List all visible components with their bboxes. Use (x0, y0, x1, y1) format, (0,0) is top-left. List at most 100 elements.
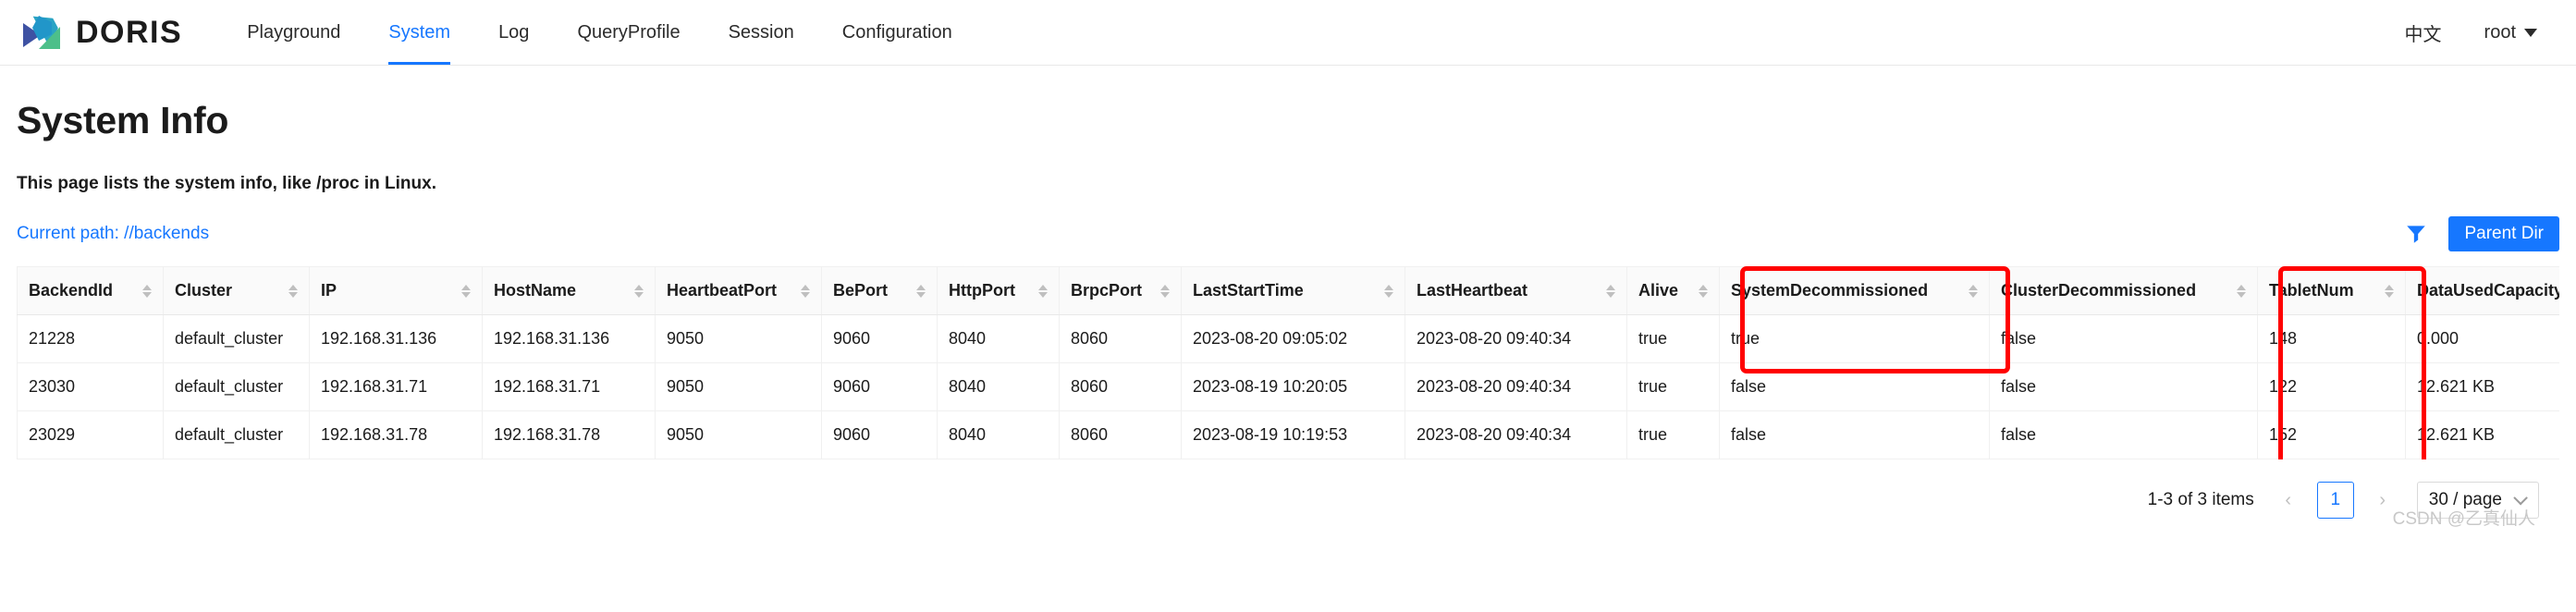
column-label: Cluster (175, 281, 233, 300)
backends-table: BackendId Cluster IP HostName HeartbeatP… (17, 266, 2559, 459)
cell-beport: 9060 (821, 362, 938, 411)
path-toolbar: Current path: //backends Parent Dir (17, 216, 2559, 251)
cell-clusterdecommissioned: false (1989, 314, 2258, 363)
sort-icon[interactable] (1038, 284, 1048, 298)
cell-backendid[interactable]: 23029 (17, 410, 164, 459)
cell-tabletnum: 122 (2257, 362, 2406, 411)
cell-beport: 9060 (821, 410, 938, 459)
sort-icon[interactable] (142, 284, 152, 298)
column-label: BePort (833, 281, 889, 300)
user-menu[interactable]: root (2484, 22, 2537, 43)
user-name: root (2484, 21, 2516, 43)
nav-item-configuration[interactable]: Configuration (818, 0, 976, 65)
column-label: DataUsedCapacity (2417, 281, 2559, 300)
chevron-left-icon[interactable]: ‹ (2275, 490, 2302, 511)
cell-datausedcapacity: 12.621 KB (2405, 410, 2559, 459)
cell-heartbeatport: 9050 (655, 410, 822, 459)
sort-icon[interactable] (1699, 284, 1708, 298)
column-label: TabletNum (2269, 281, 2354, 300)
column-header-laststarttime[interactable]: LastStartTime (1181, 266, 1405, 315)
nav-item-playground[interactable]: Playground (223, 0, 364, 65)
column-header-clusterdecommissioned[interactable]: ClusterDecommissioned (1989, 266, 2258, 315)
cell-lastheartbeat: 2023-08-20 09:40:34 (1405, 410, 1627, 459)
sort-icon[interactable] (1384, 284, 1393, 298)
column-header-brpcport[interactable]: BrpcPort (1059, 266, 1182, 315)
column-label: BackendId (29, 281, 114, 300)
page-content: System Info This page lists the system i… (0, 99, 2576, 537)
cell-cluster: default_cluster (163, 410, 310, 459)
cell-lastheartbeat: 2023-08-20 09:40:34 (1405, 362, 1627, 411)
cell-systemdecommissioned: false (1719, 362, 1990, 411)
sort-icon[interactable] (1606, 284, 1615, 298)
cell-backendid[interactable]: 23030 (17, 362, 164, 411)
sort-icon[interactable] (461, 284, 471, 298)
nav-item-system[interactable]: System (364, 0, 474, 65)
column-label: HttpPort (949, 281, 1015, 300)
cell-cluster: default_cluster (163, 314, 310, 363)
chevron-down-icon (2513, 490, 2528, 505)
language-switch[interactable]: 中文 (2405, 19, 2442, 46)
cell-lastheartbeat: 2023-08-20 09:40:34 (1405, 314, 1627, 363)
column-header-backendid[interactable]: BackendId (17, 266, 164, 315)
sort-icon[interactable] (288, 284, 298, 298)
cell-systemdecommissioned: true (1719, 314, 1990, 363)
sort-icon[interactable] (2385, 284, 2394, 298)
column-header-httpport[interactable]: HttpPort (937, 266, 1060, 315)
cell-httpport: 8040 (937, 362, 1060, 411)
column-header-datausedcapacity[interactable]: DataUsedCapacity (2405, 266, 2559, 315)
backends-table-container: BackendId Cluster IP HostName HeartbeatP… (17, 266, 2559, 459)
column-label: IP (321, 281, 337, 300)
cell-systemdecommissioned: false (1719, 410, 1990, 459)
table-header-row: BackendId Cluster IP HostName HeartbeatP… (17, 266, 2559, 315)
column-header-ip[interactable]: IP (309, 266, 483, 315)
cell-clusterdecommissioned: false (1989, 410, 2258, 459)
column-header-beport[interactable]: BePort (821, 266, 938, 315)
pagination: 1-3 of 3 items ‹ 1 › 30 / page (17, 482, 2559, 519)
table-row[interactable]: 23030 default_cluster 192.168.31.71 192.… (17, 362, 2559, 411)
sort-icon[interactable] (1160, 284, 1170, 298)
table-row[interactable]: 23029 default_cluster 192.168.31.78 192.… (17, 410, 2559, 459)
doris-logo-icon (23, 16, 60, 49)
column-header-tabletnum[interactable]: TabletNum (2257, 266, 2406, 315)
column-header-heartbeatport[interactable]: HeartbeatPort (655, 266, 822, 315)
cell-hostname: 192.168.31.136 (482, 314, 656, 363)
cell-hostname: 192.168.31.78 (482, 410, 656, 459)
parent-dir-button[interactable]: Parent Dir (2448, 216, 2559, 251)
cell-alive: true (1626, 410, 1720, 459)
column-header-hostname[interactable]: HostName (482, 266, 656, 315)
column-header-cluster[interactable]: Cluster (163, 266, 310, 315)
cell-backendid[interactable]: 21228 (17, 314, 164, 363)
cell-heartbeatport: 9050 (655, 362, 822, 411)
current-path-link[interactable]: Current path: //backends (17, 224, 209, 244)
cell-tabletnum: 148 (2257, 314, 2406, 363)
cell-alive: true (1626, 362, 1720, 411)
path-actions: Parent Dir (2404, 216, 2559, 251)
cell-datausedcapacity: 0.000 (2405, 314, 2559, 363)
column-header-alive[interactable]: Alive (1626, 266, 1720, 315)
pagination-page-1[interactable]: 1 (2316, 482, 2354, 519)
brand-logo[interactable]: DORIS (20, 12, 182, 53)
table-body: 21228 default_cluster 192.168.31.136 192… (17, 314, 2559, 459)
nav-item-queryprofile[interactable]: QueryProfile (553, 0, 704, 65)
column-label: ClusterDecommissioned (2001, 281, 2197, 300)
cell-hostname: 192.168.31.71 (482, 362, 656, 411)
page-title: System Info (17, 99, 229, 141)
sort-icon[interactable] (2237, 284, 2246, 298)
filter-funnel-icon[interactable] (2404, 222, 2428, 246)
table-row[interactable]: 21228 default_cluster 192.168.31.136 192… (17, 314, 2559, 363)
brand-name: DORIS (76, 14, 183, 50)
sort-icon[interactable] (1969, 284, 1978, 298)
column-header-lastheartbeat[interactable]: LastHeartbeat (1405, 266, 1627, 315)
sort-icon[interactable] (801, 284, 810, 298)
pagination-total: 1-3 of 3 items (2147, 490, 2254, 509)
nav-item-session[interactable]: Session (705, 0, 818, 65)
column-header-systemdecommissioned[interactable]: SystemDecommissioned (1719, 266, 1990, 315)
cell-httpport: 8040 (937, 410, 1060, 459)
cell-brpcport: 8060 (1059, 362, 1182, 411)
watermark: CSDN @乙真仙人 (2392, 509, 2535, 529)
table-footer: 1-3 of 3 items ‹ 1 › 30 / page CSDN @乙真仙… (17, 482, 2559, 537)
nav-right-group: 中文 root (2405, 19, 2537, 46)
sort-icon[interactable] (916, 284, 926, 298)
sort-icon[interactable] (634, 284, 644, 298)
nav-item-log[interactable]: Log (474, 0, 553, 65)
